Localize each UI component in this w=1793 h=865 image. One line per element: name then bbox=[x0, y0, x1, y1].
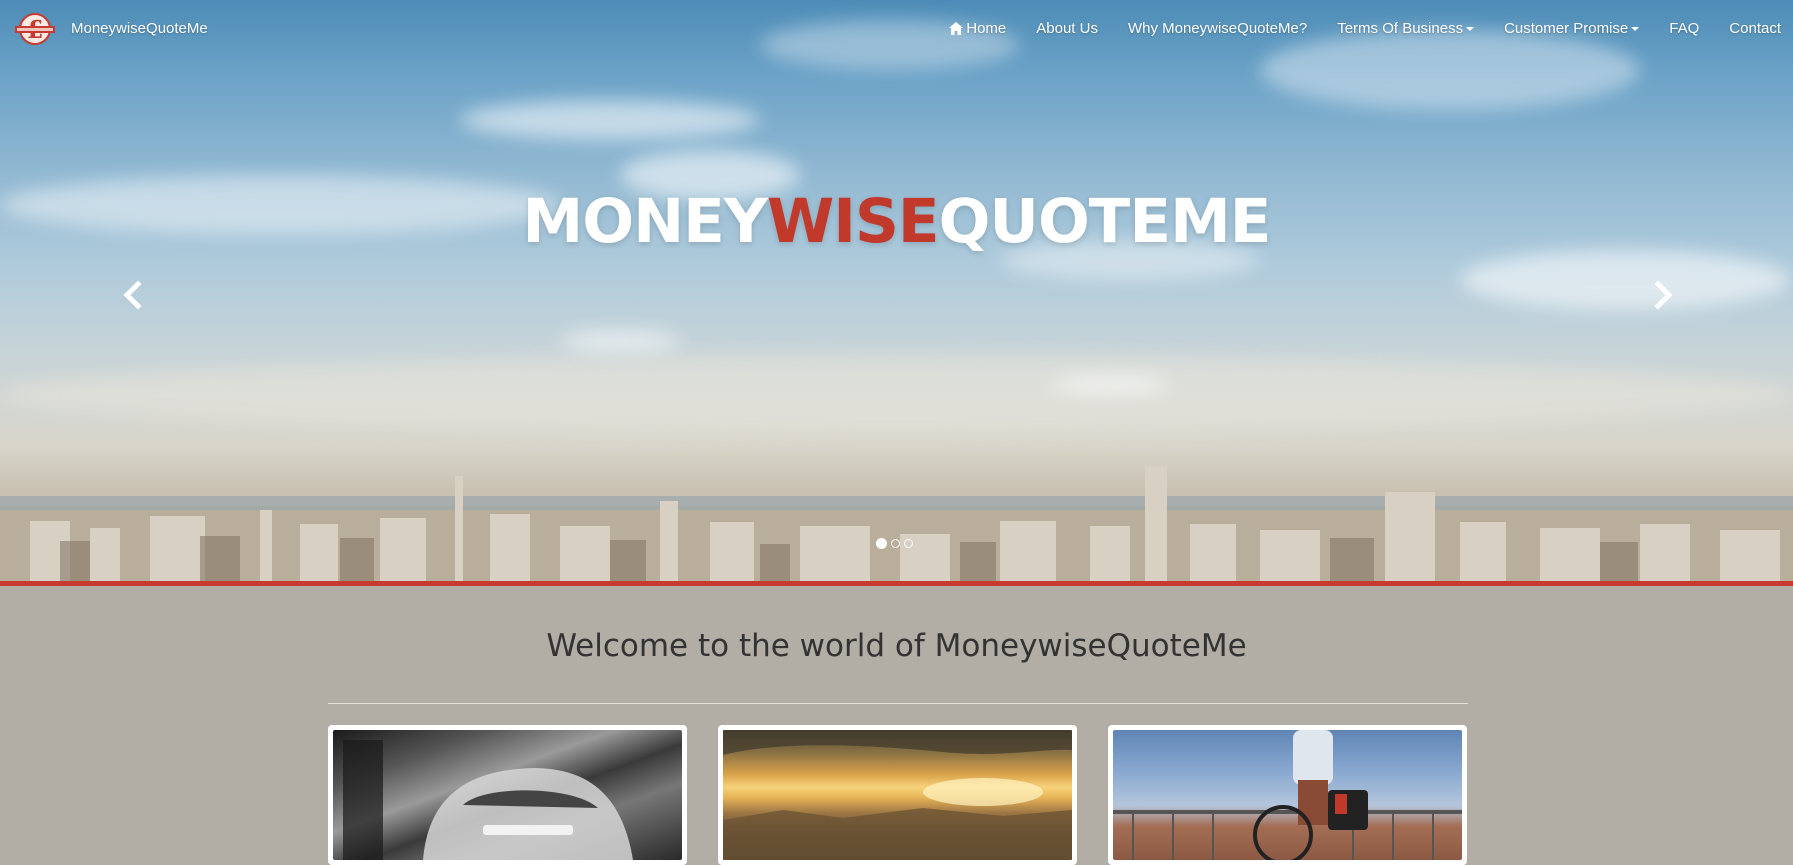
nav-label-customer-promise: Customer Promise bbox=[1504, 20, 1629, 37]
nav-label-terms-of-business: Terms Of Business bbox=[1337, 20, 1464, 37]
hero-title: MONEYWISEQUOTEME bbox=[0, 186, 1793, 258]
hero-title-part3: QUOTEME bbox=[938, 186, 1272, 257]
hero-title-accent: WISE bbox=[766, 186, 940, 257]
nav-item-customer-promise[interactable]: Customer Promise bbox=[1489, 20, 1654, 37]
caret-down-icon bbox=[1466, 26, 1475, 31]
nav-item-terms-of-business[interactable]: Terms Of Business bbox=[1322, 20, 1489, 37]
caret-down-icon bbox=[1631, 26, 1640, 31]
section-divider bbox=[328, 703, 1468, 704]
welcome-heading: Welcome to the world of MoneywiseQuoteMe bbox=[546, 628, 1247, 664]
navbar: £ MoneywiseQuoteMe Home About Us Why Mon… bbox=[0, 0, 1793, 60]
nav-label-why: Why MoneywiseQuoteMe? bbox=[1127, 20, 1308, 37]
hero-carousel: MONEYWISEQUOTEME bbox=[0, 0, 1793, 586]
carousel-next-button[interactable] bbox=[1648, 278, 1678, 312]
carousel-indicator-1[interactable] bbox=[876, 538, 887, 549]
feature-card-1[interactable] bbox=[328, 725, 687, 865]
nav-item-contact[interactable]: Contact bbox=[1714, 20, 1793, 37]
nav-item-why[interactable]: Why MoneywiseQuoteMe? bbox=[1113, 20, 1322, 37]
carousel-indicators bbox=[876, 538, 913, 549]
vintage-car-photo bbox=[333, 730, 682, 860]
nav-item-faq[interactable]: FAQ bbox=[1654, 20, 1714, 37]
cyclist-photo bbox=[1113, 730, 1462, 860]
hero-bottom-rule bbox=[0, 581, 1793, 586]
carousel-indicator-2[interactable] bbox=[891, 539, 900, 548]
carousel-indicator-3[interactable] bbox=[904, 539, 913, 548]
nav-label-faq: FAQ bbox=[1669, 20, 1700, 37]
nav-item-about-us[interactable]: About Us bbox=[1021, 20, 1113, 37]
feature-card-3[interactable] bbox=[1108, 725, 1467, 865]
city-skyline-image bbox=[0, 466, 1793, 586]
carousel-prev-button[interactable] bbox=[118, 278, 148, 312]
home-icon bbox=[949, 22, 964, 35]
chevron-left-icon bbox=[123, 280, 142, 310]
brand-name-link[interactable]: MoneywiseQuoteMe bbox=[71, 20, 208, 37]
main-nav: Home About Us Why MoneywiseQuoteMe? Term… bbox=[934, 20, 1793, 37]
pound-sign-logo-icon[interactable]: £ bbox=[14, 12, 56, 48]
nav-label-about-us: About Us bbox=[1036, 20, 1098, 37]
hero-title-part1: MONEY bbox=[522, 186, 768, 257]
nav-label-contact: Contact bbox=[1729, 20, 1781, 37]
nav-label-home: Home bbox=[966, 20, 1007, 37]
chevron-right-icon bbox=[1654, 280, 1673, 310]
feature-card-2[interactable] bbox=[718, 725, 1077, 865]
sunset-landscape-photo bbox=[723, 730, 1072, 860]
nav-item-home[interactable]: Home bbox=[934, 20, 1021, 37]
